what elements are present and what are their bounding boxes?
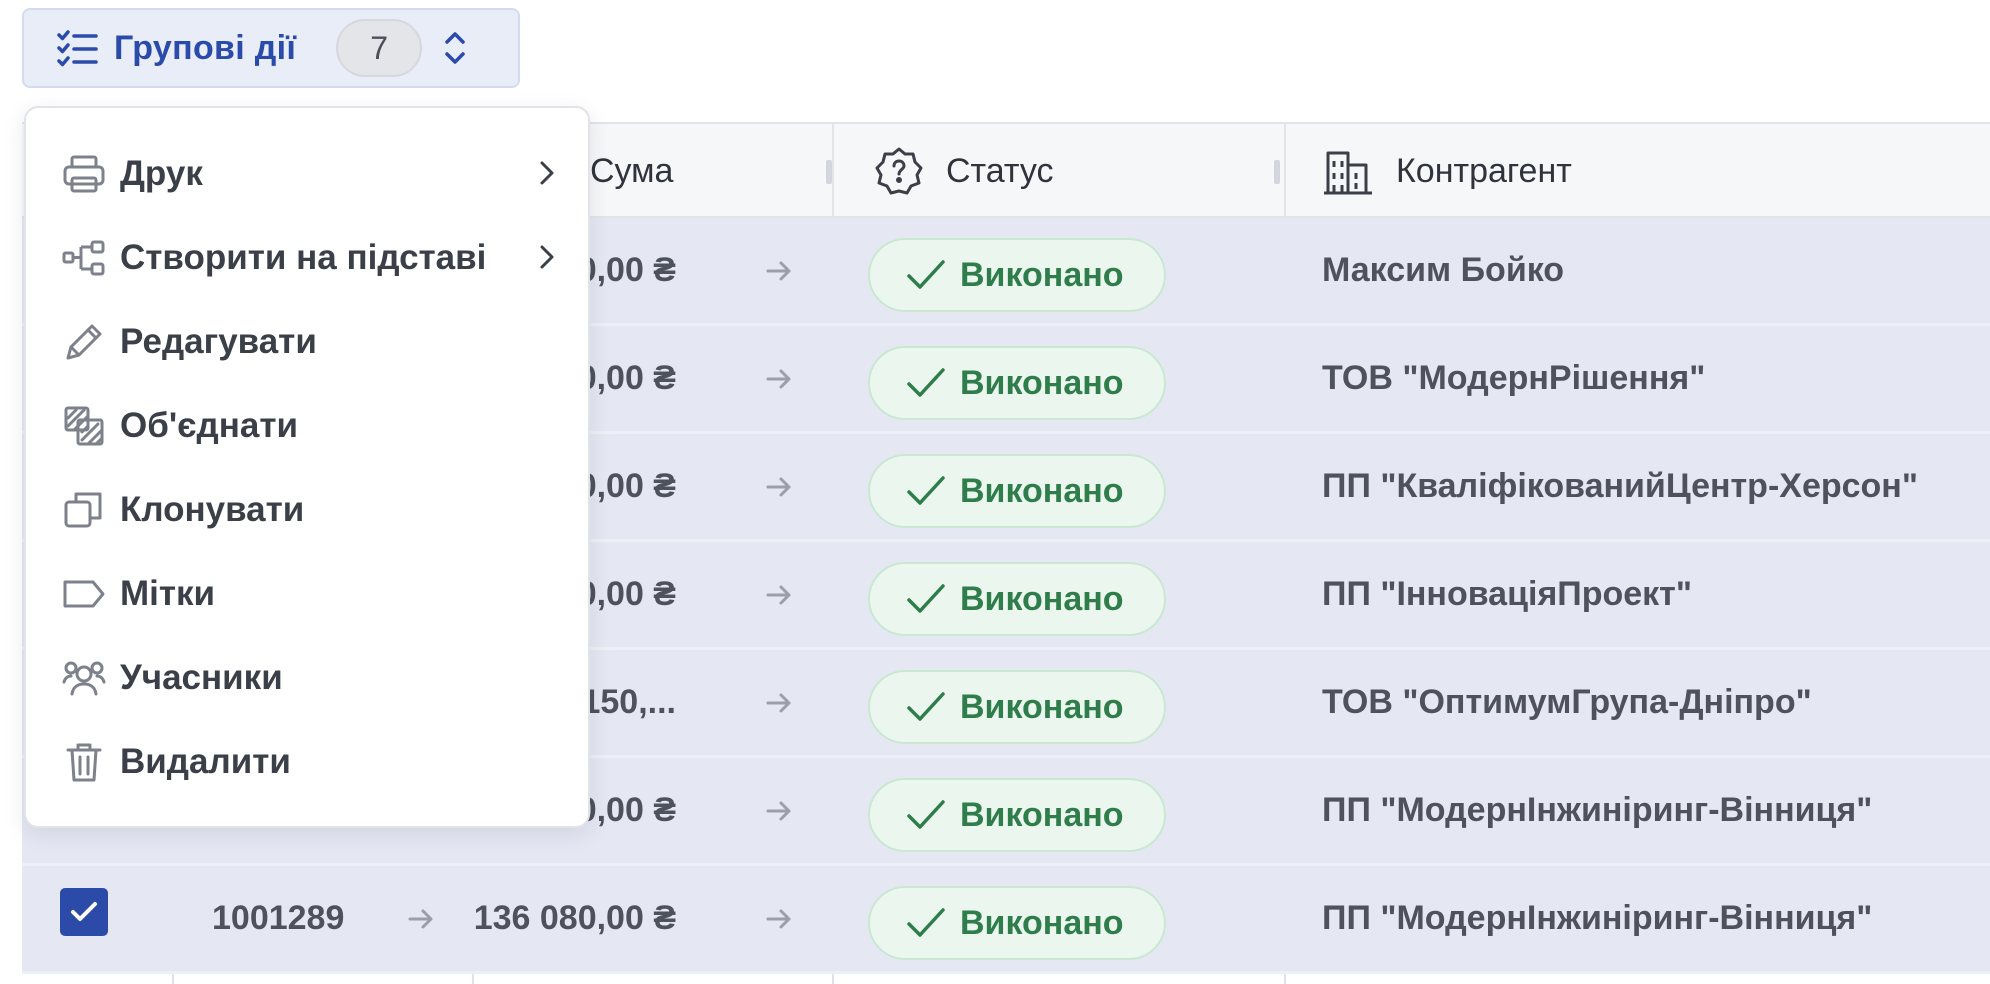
status-badge-label: Виконано	[960, 471, 1124, 510]
chevron-up-down-icon	[444, 29, 466, 67]
column-header-status-label: Статус	[946, 151, 1054, 190]
menu-item-merge[interactable]: Об'єднати	[62, 396, 298, 456]
merge-icon	[62, 404, 106, 448]
pencil-icon	[62, 320, 106, 364]
column-header-sum[interactable]: Сума	[590, 124, 673, 218]
trash-icon	[62, 740, 106, 784]
bulk-actions-menu: Друк Створити на підставі Редагувати Об'…	[24, 106, 590, 828]
status-badge-label: Виконано	[960, 363, 1124, 402]
sum-cell: 136 080,00 ₴	[473, 899, 676, 937]
chevron-right-icon	[538, 242, 556, 272]
counterparty-cell: ПП "КваліфікованийЦентр-Херсон"	[1322, 467, 1918, 505]
status-badge: Виконано	[868, 346, 1166, 420]
column-header-counterparty[interactable]: Контрагент	[1322, 124, 1572, 218]
menu-item-label: Мітки	[120, 574, 216, 613]
document-number-cell: 1001289	[212, 899, 345, 937]
menu-item-label: Створити на підставі	[120, 238, 487, 277]
column-header-counterparty-label: Контрагент	[1396, 151, 1572, 190]
counterparty-cell: ПП "МодернІнжиніринг-Вінниця"	[1322, 899, 1873, 937]
arrow-right-icon[interactable]	[764, 866, 794, 971]
menu-item-delete[interactable]: Видалити	[62, 732, 291, 792]
arrow-right-icon[interactable]	[764, 326, 794, 431]
menu-item-label: Редагувати	[120, 322, 317, 361]
counterparty-cell: ПП "ІнноваціяПроект"	[1322, 575, 1692, 613]
status-badge: Виконано	[868, 562, 1166, 636]
status-badge-label: Виконано	[960, 579, 1124, 618]
check-icon	[906, 798, 946, 832]
status-badge: Виконано	[868, 886, 1166, 960]
arrow-right-icon[interactable]	[764, 542, 794, 647]
check-icon	[906, 690, 946, 724]
status-badge-label: Виконано	[960, 795, 1124, 834]
menu-item-label: Видалити	[120, 742, 291, 781]
selected-count-badge: 7	[336, 19, 423, 77]
column-resize-handle[interactable]	[1274, 160, 1280, 184]
row-checkbox[interactable]	[60, 888, 108, 936]
checklist-icon	[56, 28, 98, 68]
arrow-right-icon[interactable]	[764, 650, 794, 755]
check-icon	[906, 366, 946, 400]
arrow-right-icon[interactable]	[764, 758, 794, 863]
menu-item-edit[interactable]: Редагувати	[62, 312, 317, 372]
arrow-right-icon[interactable]	[764, 434, 794, 539]
check-icon	[906, 582, 946, 616]
menu-item-label: Об'єднати	[120, 406, 298, 445]
column-header-status[interactable]: Статус	[874, 124, 1053, 218]
tag-icon	[62, 572, 106, 616]
counterparty-cell: ТОВ "МодернРішення"	[1322, 359, 1706, 397]
bulk-actions-label: Групові дії	[114, 28, 297, 67]
counterparty-cell: ТОВ "ОптимумГрупа-Дніпро"	[1322, 683, 1812, 721]
check-icon	[906, 906, 946, 940]
counterparty-cell: Максим Бойко	[1322, 251, 1565, 289]
status-badge: Виконано	[868, 778, 1166, 852]
menu-item-tags[interactable]: Мітки	[62, 564, 215, 624]
column-divider	[1284, 124, 1286, 218]
counterparty-cell: ПП "МодернІнжиніринг-Вінниця"	[1322, 791, 1873, 829]
menu-item-print[interactable]: Друк	[62, 144, 554, 204]
chevron-right-icon	[538, 158, 556, 188]
menu-item-create-based-on[interactable]: Створити на підставі	[62, 228, 554, 288]
column-divider	[832, 124, 834, 218]
arrow-right-icon[interactable]	[764, 218, 794, 323]
status-badge: Виконано	[868, 238, 1166, 312]
status-badge-label: Виконано	[960, 687, 1124, 726]
check-icon	[906, 258, 946, 292]
menu-item-clone[interactable]: Клонувати	[62, 480, 304, 540]
hierarchy-icon	[62, 236, 106, 280]
table-row[interactable]: 1001289 136 080,00 ₴ Виконано ПП "Модерн…	[22, 866, 1990, 974]
status-badge: Виконано	[868, 670, 1166, 744]
arrow-right-icon[interactable]	[406, 866, 436, 971]
copy-icon	[62, 488, 106, 532]
question-badge-icon	[874, 146, 924, 196]
menu-item-label: Клонувати	[120, 490, 305, 529]
printer-icon	[62, 152, 106, 196]
column-header-sum-label: Сума	[590, 151, 674, 190]
menu-item-participants[interactable]: Учасники	[62, 648, 283, 708]
building-icon	[1322, 147, 1374, 195]
status-badge-label: Виконано	[960, 903, 1124, 942]
menu-item-label: Друк	[120, 154, 203, 193]
bulk-actions-button[interactable]: Групові дії 7	[22, 8, 520, 88]
status-badge: Виконано	[868, 454, 1166, 528]
menu-item-label: Учасники	[120, 658, 283, 697]
status-badge-label: Виконано	[960, 255, 1124, 294]
check-icon	[906, 474, 946, 508]
users-icon	[62, 656, 106, 700]
